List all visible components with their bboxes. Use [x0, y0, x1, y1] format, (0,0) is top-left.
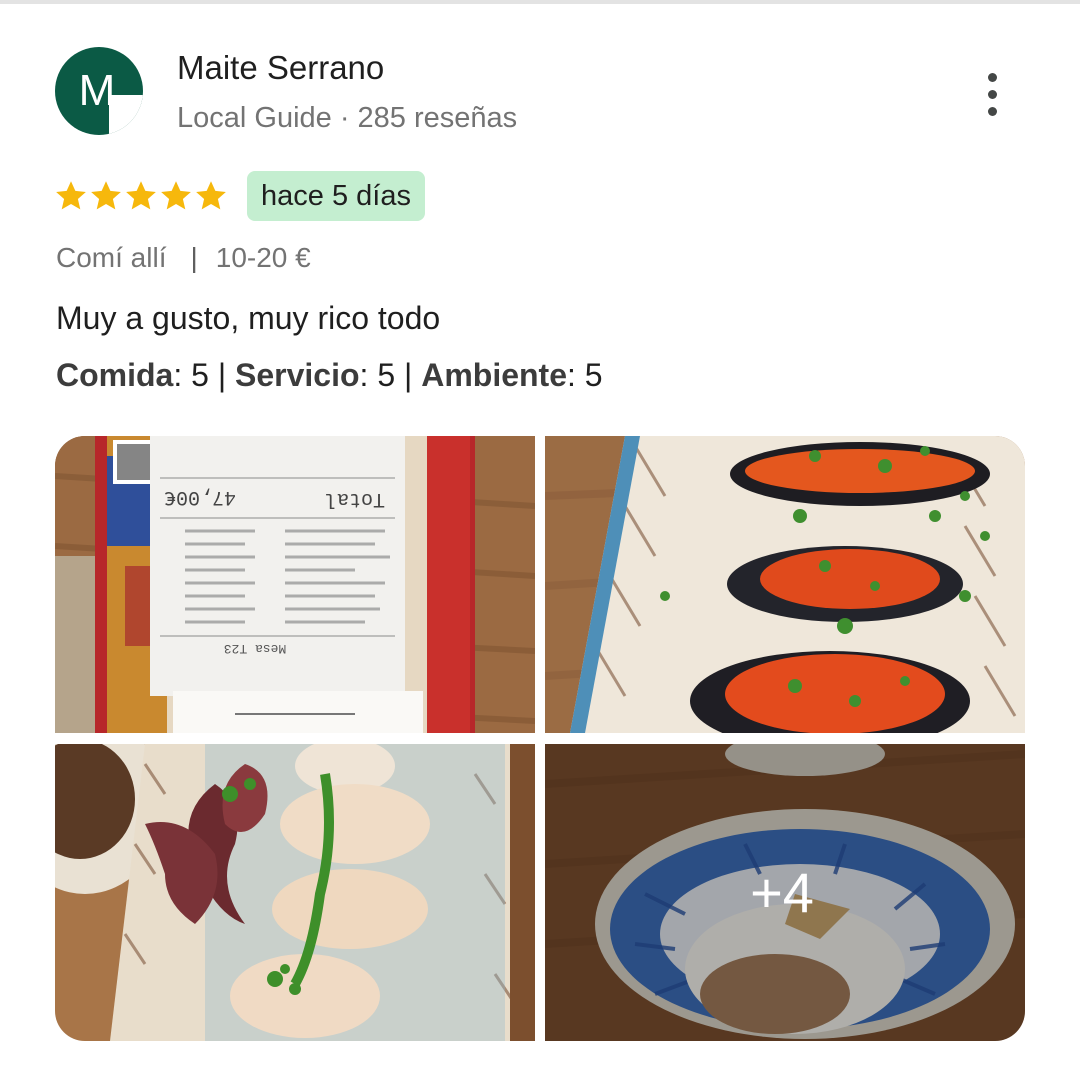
more-vert-icon-dot: [987, 89, 997, 99]
meta-separator: |: [190, 242, 198, 273]
visit-meta: Comí allí | 10-20 €: [56, 242, 311, 274]
top-divider: [0, 0, 1080, 4]
more-photos-overlay[interactable]: +4: [545, 744, 1025, 1041]
avatar-initial: M: [78, 66, 116, 115]
photo-receipt[interactable]: Total 47,00€ Mesa T23: [55, 436, 535, 733]
receipt-total-label: Total: [325, 487, 385, 510]
rating-label-service: Servicio: [235, 357, 360, 393]
star-rating: [53, 178, 228, 214]
star-icon: [161, 181, 191, 210]
price-range: 10-20 €: [215, 242, 311, 273]
reviewer-name[interactable]: Maite Serrano: [177, 49, 384, 87]
star-icon: [196, 181, 226, 210]
rating-label-atmosphere: Ambiente: [421, 357, 567, 393]
avatar[interactable]: M: [55, 47, 143, 135]
review-text: Muy a gusto, muy rico todo: [56, 300, 441, 336]
photo-squid[interactable]: [55, 744, 535, 1041]
star-icon: [126, 181, 156, 210]
photo-mussels[interactable]: [545, 436, 1025, 733]
date-badge: hace 5 días: [247, 171, 425, 221]
rating-value-food: 5: [191, 357, 209, 393]
rating-value-atmosphere: 5: [584, 357, 603, 393]
more-photos-count: +4: [750, 861, 814, 924]
more-vert-icon-dot: [987, 106, 997, 116]
rating-label-food: Comida: [56, 357, 174, 393]
visit-type: Comí allí: [56, 242, 167, 273]
receipt-table-label: Mesa T23: [224, 641, 286, 656]
reviewer-subline[interactable]: Local Guide · 285 reseñas: [177, 102, 517, 135]
star-icon: [91, 181, 121, 210]
photo-more[interactable]: +4: [545, 744, 1025, 1041]
aspect-ratings: Comida: 5 | Servicio: 5 | Ambiente: 5: [56, 357, 603, 393]
rating-value-service: 5: [377, 357, 396, 393]
more-vert-icon: [987, 72, 997, 82]
more-options-button[interactable]: [970, 66, 1014, 122]
receipt-total-value: 47,00€: [164, 485, 236, 508]
star-icon: [56, 181, 86, 210]
